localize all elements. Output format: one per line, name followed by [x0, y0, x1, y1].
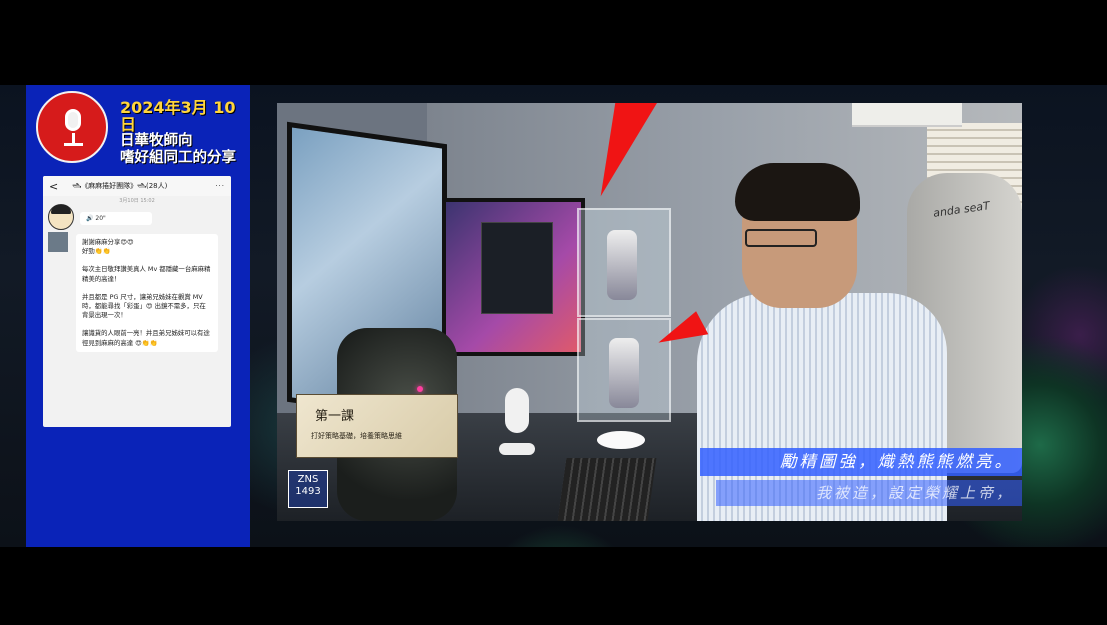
title-line-3: 嗜好組同工的分享: [120, 150, 236, 166]
voice-message-row: 🔊 20": [43, 204, 231, 230]
person-hair: [735, 163, 860, 221]
back-icon[interactable]: <: [49, 180, 58, 193]
title-date: 2024年3月 10日: [120, 98, 236, 134]
chair-brand: anda seaT: [932, 199, 991, 220]
message-paragraph: 并且都是 PG 尺寸，讓弟兄姊妹在觀賞 MV 時，都能尋找「彩蛋」😍 出鏡不需多…: [82, 292, 206, 320]
desk-microphone: [505, 388, 529, 433]
led-light: [417, 386, 423, 392]
air-conditioner: [852, 103, 962, 127]
message-paragraph: 讓識貨的人眼前一亮！并且弟兄姊妹可以有途徑見到麻麻的高達 😍👏👏: [82, 329, 210, 347]
gundam-figure: [607, 230, 637, 300]
lesson-title: 第一課: [315, 409, 355, 424]
zns-badge: ZNS 1493: [288, 470, 328, 508]
glasses: [745, 229, 817, 247]
subtitle-primary: 勵精圖強，熾熱熊熊燃亮。: [700, 448, 1022, 476]
monitor-window: [481, 222, 553, 314]
keyboard: [557, 458, 657, 521]
title-line-2: 日華牧師向: [120, 133, 193, 149]
microphone-base: [499, 443, 535, 455]
chat-timestamp: 3月10日 15:02: [119, 198, 155, 204]
chat-header: < 🛥《麻麻捲好團隊》🛥(28人) ···: [43, 176, 231, 196]
display-case-top: [577, 208, 671, 317]
chat-group-name: 🛥《麻麻捲好團隊》🛥(28人): [72, 182, 168, 190]
mouse: [597, 431, 645, 449]
curved-monitor: [442, 198, 585, 356]
microphone-logo-icon: [36, 91, 108, 163]
message-bubble: 謝謝麻麻分享😍😍 好勁👏👏 每次主日敬拜讚美真人 Mv 都隱藏一台麻麻精精美的高…: [76, 234, 218, 352]
subtitle-secondary: 我被造，設定榮耀上帝，: [716, 480, 1022, 506]
avatar: [48, 232, 68, 252]
message-line: 好勁👏👏: [82, 247, 111, 256]
text-message-row: 謝謝麻麻分享😍😍 好勁👏👏 每次主日敬拜讚美真人 Mv 都隱藏一台麻麻精精美的高…: [43, 230, 231, 352]
lesson-card: 第一課 打好策略基礎，培養策略思維: [297, 395, 457, 457]
chat-screenshot: < 🛥《麻麻捲好團隊》🛥(28人) ··· 3月10日 15:02 🔊 20" …: [43, 176, 231, 427]
info-panel: 2024年3月 10日 日華牧師向 嗜好組同工的分享 < 🛥《麻麻捲好團隊》🛥(…: [26, 85, 250, 547]
avatar: [48, 204, 74, 230]
voice-message[interactable]: 🔊 20": [80, 212, 152, 225]
message-line: 謝謝麻麻分享😍😍: [82, 238, 134, 246]
panel-title: 2024年3月 10日 日華牧師向 嗜好組同工的分享: [120, 99, 250, 167]
more-icon[interactable]: ···: [215, 182, 225, 190]
message-paragraph: 每次主日敬拜讚美真人 Mv 都隱藏一台麻麻精精美的高達！: [82, 265, 211, 283]
gundam-figure: [609, 338, 639, 408]
lesson-subtitle: 打好策略基礎，培養策略思維: [311, 432, 402, 440]
